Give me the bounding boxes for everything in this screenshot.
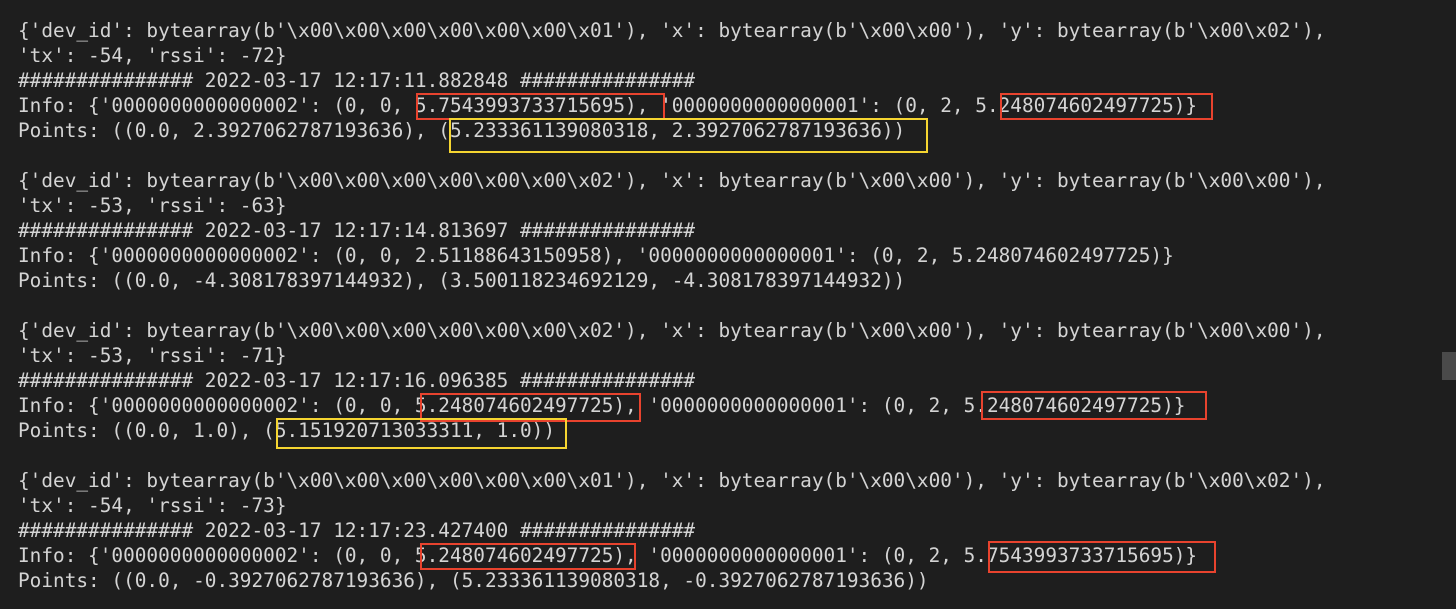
log-line: {'dev_id': bytearray(b'\x00\x00\x00\x00\… xyxy=(18,19,1326,42)
log-line: {'dev_id': bytearray(b'\x00\x00\x00\x00\… xyxy=(18,169,1326,192)
log-line: Info: {'0000000000000002': (0, 0, 2.5118… xyxy=(18,244,1174,267)
log-line: Points: ((0.0, -4.308178397144932), (3.5… xyxy=(18,269,906,292)
log-line: ############### 2022-03-17 12:17:11.8828… xyxy=(18,69,696,92)
log-line: ############### 2022-03-17 12:17:23.4274… xyxy=(18,519,696,542)
log-line: Points: ((0.0, 1.0), (5.151920713033311,… xyxy=(18,419,556,442)
log-line: ############### 2022-03-17 12:17:16.0963… xyxy=(18,369,696,392)
log-line: Points: ((0.0, 2.3927062787193636), (5.2… xyxy=(18,119,906,142)
log-line: 'tx': -53, 'rssi': -71} xyxy=(18,344,287,367)
log-line: Info: {'0000000000000002': (0, 0, 5.2480… xyxy=(18,394,1186,417)
log-line: {'dev_id': bytearray(b'\x00\x00\x00\x00\… xyxy=(18,469,1326,492)
log-line: Points: ((0.0, -0.3927062787193636), (5.… xyxy=(18,569,929,592)
log-line: Info: {'0000000000000002': (0, 0, 5.2480… xyxy=(18,544,1198,567)
terminal-output[interactable]: {'dev_id': bytearray(b'\x00\x00\x00\x00\… xyxy=(0,0,1456,609)
log-line: {'dev_id': bytearray(b'\x00\x00\x00\x00\… xyxy=(18,319,1326,342)
log-line: 'tx': -54, 'rssi': -73} xyxy=(18,494,287,517)
log-line: Info: {'0000000000000002': (0, 0, 5.7543… xyxy=(18,94,1198,117)
log-line: ############### 2022-03-17 12:17:14.8136… xyxy=(18,219,696,242)
log-line: 'tx': -53, 'rssi': -63} xyxy=(18,194,287,217)
log-line: 'tx': -54, 'rssi': -72} xyxy=(18,44,287,67)
scrollbar-thumb[interactable] xyxy=(1442,352,1456,380)
